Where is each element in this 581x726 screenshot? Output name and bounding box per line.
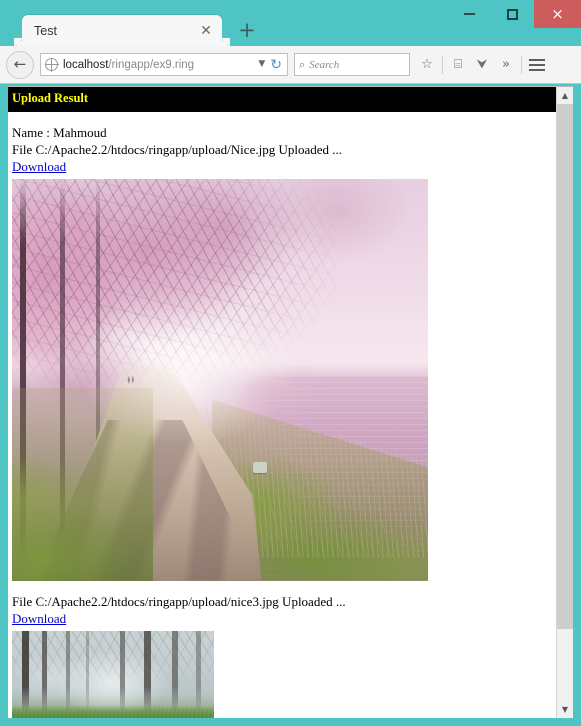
hamburger-menu-icon[interactable]: [526, 53, 548, 77]
search-placeholder: Search: [309, 58, 340, 71]
new-tab-button[interactable]: +: [236, 18, 258, 46]
photo1-grass-left: [12, 387, 154, 581]
toolbar-icon-group: ☆ ⌸ ⮟ »: [416, 53, 548, 77]
back-arrow-icon: ←: [13, 55, 27, 73]
tab-test[interactable]: Test ✕: [14, 15, 230, 46]
tab-close-icon[interactable]: ✕: [198, 23, 214, 39]
url-host: localhost: [63, 58, 109, 71]
vertical-scrollbar[interactable]: ▲ ▼: [556, 87, 573, 718]
title-bar: × Test ✕ +: [0, 0, 581, 46]
chevron-down-icon[interactable]: ▼: [253, 60, 270, 69]
download-link-2[interactable]: Download: [12, 610, 66, 627]
scroll-down-button[interactable]: ▼: [557, 701, 573, 718]
scrollbar-thumb[interactable]: [557, 104, 573, 630]
uploaded-image-1: [12, 178, 552, 581]
bookmark-star-icon[interactable]: ☆: [416, 53, 438, 77]
globe-icon: [44, 57, 59, 72]
navigation-toolbar: ← localhost/ringapp/ex9.ring ▼ ↻ ⌕ Searc…: [0, 46, 581, 84]
user-name-line: Name : Mahmoud: [12, 124, 107, 140]
back-button[interactable]: ←: [6, 50, 34, 79]
upload-status-line-2: File C:/Apache2.2/htdocs/ringapp/upload/…: [12, 593, 346, 609]
search-box[interactable]: ⌕ Search: [294, 53, 410, 76]
content-viewport: Upload Result Name : Mahmoud File C:/Apa…: [8, 86, 573, 718]
address-bar[interactable]: localhost/ringapp/ex9.ring ▼ ↻: [40, 53, 288, 76]
hamburger-bars: [529, 58, 545, 71]
photo2-grass: [12, 704, 214, 718]
photo2-branches: [12, 630, 214, 687]
photo1-white-object: [253, 462, 268, 474]
scrollbar-track[interactable]: [557, 104, 573, 701]
search-icon: ⌕: [299, 58, 306, 71]
uploaded-image-2: [12, 630, 552, 718]
browser-window: × Test ✕ + ← localhost/ringapp/ex9.ring …: [0, 0, 581, 726]
reading-list-icon[interactable]: ⌸: [447, 53, 469, 77]
tab-strip: Test ✕ +: [0, 15, 581, 46]
pocket-icon[interactable]: ⮟: [471, 53, 493, 77]
photo-foggy-forest: [12, 630, 214, 718]
toolbar-divider: [521, 55, 522, 74]
page-title: Upload Result: [8, 87, 556, 112]
plus-icon: +: [238, 18, 256, 42]
reload-icon[interactable]: ↻: [270, 58, 284, 72]
toolbar-divider: [442, 55, 443, 74]
url-path: /ringapp/ex9.ring: [108, 58, 195, 71]
web-page: Upload Result Name : Mahmoud File C:/Apa…: [8, 87, 556, 718]
url-text: localhost/ringapp/ex9.ring: [63, 59, 253, 71]
page-body: Name : Mahmoud File C:/Apache2.2/htdocs/…: [8, 112, 556, 718]
upload-status-line-1: File C:/Apache2.2/htdocs/ringapp/upload/…: [12, 141, 342, 157]
overflow-chevrons-icon[interactable]: »: [495, 53, 517, 77]
tab-label: Test: [34, 23, 57, 38]
photo1-walkers: [126, 371, 137, 385]
scroll-up-button[interactable]: ▲: [557, 87, 573, 104]
photo-blossom-path: [12, 178, 428, 581]
download-link-1[interactable]: Download: [12, 158, 66, 175]
